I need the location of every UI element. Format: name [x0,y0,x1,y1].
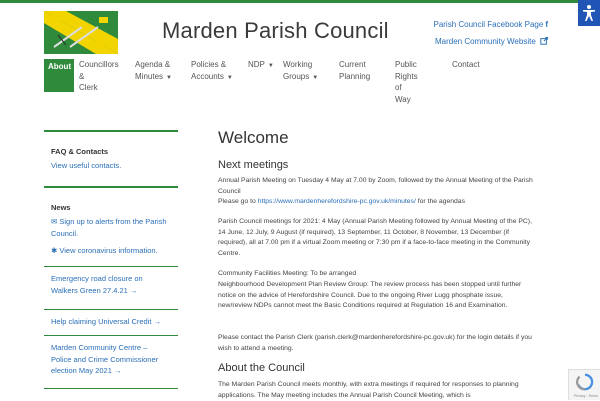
nav-ndp[interactable]: NDP ▼ [248,59,274,73]
faq-contacts-link[interactable]: View useful contacts. [51,160,175,172]
alerts-signup-link[interactable]: ✉ Sign up to alerts from the Parish Coun… [51,216,175,239]
about-council-text: The Marden Parish Council meets monthly,… [218,381,519,399]
contact-clerk-text: Please contact the Parish Clerk (parish.… [218,334,532,352]
facebook-icon: f [545,20,548,29]
nav-label-line1: Policies & [191,60,227,69]
virus-icon: ✱ [51,246,58,255]
page-title: Welcome [218,128,289,147]
nav-councillors-clerk[interactable]: Councillors & Clerk [79,59,119,94]
agenda-prefix: Please go to [218,198,258,205]
recaptcha-icon [576,373,594,391]
sidebar-divider [44,130,178,132]
facebook-page-link[interactable]: Parish Council Facebook Page f [433,20,548,29]
nav-label-line1: NDP [248,60,265,69]
facebook-link-label: Parish Council Facebook Page [433,20,544,29]
site-title[interactable]: Marden Parish Council [162,18,389,44]
nav-label-line1: Public Rights [395,60,418,81]
next-meetings-heading: Next meetings [218,159,289,171]
accessibility-button[interactable] [578,0,600,26]
coronavirus-info-label: View coronavirus information. [59,246,158,255]
nav-label-line2: Minutes [135,71,164,81]
sidebar-divider [44,388,178,389]
nav-label-line2: Clerk [79,83,98,92]
recaptcha-privacy-terms[interactable]: Privacy - Terms [574,394,598,398]
caret-down-icon: ▼ [267,63,274,69]
ndp-review-text: Neighbourhood Development Plan Review Gr… [218,281,522,310]
nav-contact[interactable]: Contact [452,59,480,71]
minutes-url-link[interactable]: https://www.mardenherefordshire-pc.gov.u… [258,198,416,205]
external-link-icon [538,36,549,46]
nav-about[interactable]: About [44,59,74,92]
community-facilities-text: Community Facilities Meeting: To be arra… [218,270,357,277]
community-website-link[interactable]: Marden Community Website [434,36,549,46]
nav-working-groups[interactable]: Working Groups ▼ [283,59,318,84]
agenda-suffix: for the agendas [415,198,465,205]
about-council-heading: About the Council [218,362,305,374]
nav-agenda-minutes[interactable]: Agenda & Minutes ▼ [135,59,172,84]
faq-heading: FAQ & Contacts [51,147,109,156]
envelope-icon: ✉ [51,217,58,226]
coronavirus-info-link[interactable]: ✱ View coronavirus information. [51,245,175,257]
news-post-universal-credit[interactable]: Help claiming Universal Credit → [51,316,175,328]
nav-label-line2: Planning [339,71,371,81]
annual-meeting-text: Annual Parish Meeting on Tuesday 4 May a… [218,177,533,195]
accessibility-icon [583,5,595,21]
nav-public-rights-of-way[interactable]: Public Rights of Way [395,59,418,105]
agenda-paragraph: Please go to https://www.mardenherefords… [218,197,536,208]
nav-label-line1: Contact [452,60,480,69]
sidebar-divider [44,335,178,336]
caret-down-icon: ▼ [312,74,319,81]
council-logo[interactable] [44,11,118,54]
alerts-signup-label: Sign up to alerts from the Parish Counci… [51,217,167,238]
nav-label-line2: Groups [283,71,310,81]
nav-label-line1: Working [283,60,313,69]
nav-policies-accounts[interactable]: Policies & Accounts ▼ [191,59,233,84]
recaptcha-badge[interactable]: Privacy - Terms [568,369,600,400]
news-heading: News [51,203,71,212]
top-accent-line [0,0,600,3]
nav-label-line1: Current [339,60,366,69]
nav-label-line2: of Way [395,83,411,104]
community-link-label: Marden Community Website [434,37,536,46]
sidebar-divider [44,186,178,188]
news-post-community-centre[interactable]: Marden Community Centre – Police and Cri… [51,342,169,377]
nav-label-line1: Councillors & [79,60,119,81]
news-post-road-closure[interactable]: Emergency road closure on Walkers Green … [51,273,151,296]
nav-label-line2: Accounts [191,71,224,81]
caret-down-icon: ▼ [166,74,172,81]
sidebar-divider [44,309,178,310]
nav-label-line1: Agenda & [135,60,171,69]
sidebar-divider [44,266,178,267]
nav-current-planning[interactable]: Current Planning [339,59,370,82]
meeting-dates-text: Parish Council meetings for 2021: 4 May … [218,218,532,258]
caret-down-icon: ▼ [226,74,233,81]
